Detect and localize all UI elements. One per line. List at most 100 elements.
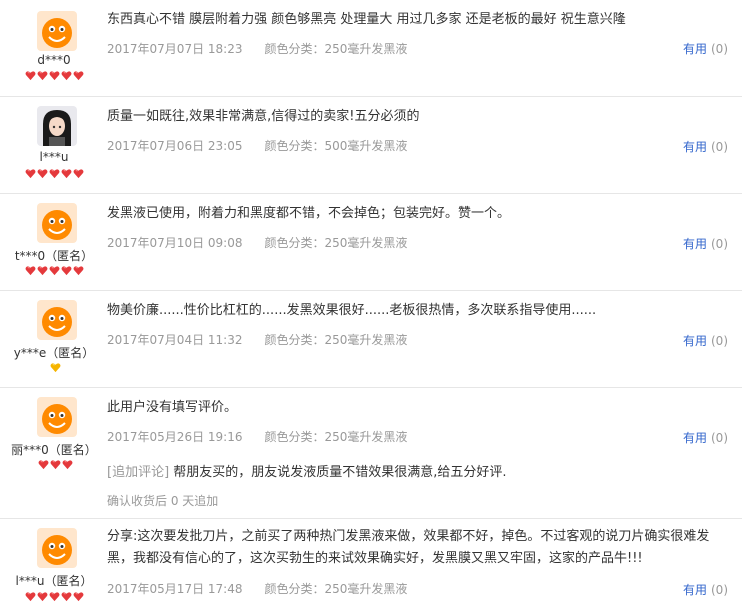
review-meta: 2017年07月06日 23:05 颜色分类：500毫升发黑液 xyxy=(107,137,407,154)
buyer-rank xyxy=(50,362,61,374)
review-item: l***u（匿名） 分享:这次要发批刀片，之前买了两种热门发黑液来做，效果都不好… xyxy=(0,519,742,614)
red-heart-icon xyxy=(25,70,36,81)
useful-button[interactable]: 有用 xyxy=(683,140,707,154)
review-meta: 2017年07月04日 11:32 颜色分类：250毫升发黑液 xyxy=(107,331,407,348)
buyer-rank xyxy=(38,459,73,471)
review-item: t***0（匿名） 发黑液已使用，附着力和黑度都不错，不会掉色；包装完好。赞一个… xyxy=(0,194,742,291)
red-heart-icon xyxy=(73,265,84,276)
useful-count: (0) xyxy=(711,583,728,597)
red-heart-icon xyxy=(73,591,84,602)
red-heart-icon xyxy=(38,459,49,470)
buyer-rank xyxy=(25,591,84,603)
red-heart-icon xyxy=(49,168,60,179)
review-text: 东西真心不错 膜层附着力强 颜色够黑亮 处理量大 用过几多家 还是老板的最好 祝… xyxy=(107,12,626,27)
review-meta: 2017年05月17日 17:48 颜色分类：250毫升发黑液 xyxy=(107,580,407,597)
red-heart-icon xyxy=(25,591,36,602)
useful-vote[interactable]: 有用 (0) xyxy=(683,40,728,57)
review-content: 发黑液已使用，附着力和黑度都不错，不会掉色；包装完好。赞一个。 2017年07月… xyxy=(107,194,742,250)
username: y***e（匿名） xyxy=(13,346,95,360)
username: 丽***0（匿名） xyxy=(11,443,97,457)
review-category: 颜色分类：250毫升发黑液 xyxy=(264,236,408,250)
username: t***0（匿名） xyxy=(14,249,94,263)
yellow-heart-icon xyxy=(50,362,61,373)
username: d***0 xyxy=(37,53,71,67)
review-content: 分享:这次要发批刀片，之前买了两种热门发黑液来做，效果都不好，掉色。不过客观的说… xyxy=(107,519,742,596)
review-date: 2017年07月06日 23:05 xyxy=(107,139,243,153)
user-avatar[interactable] xyxy=(37,11,77,51)
username: l***u xyxy=(39,150,69,164)
review-meta: 2017年07月10日 09:08 颜色分类：250毫升发黑液 xyxy=(107,234,407,251)
buyer-rank xyxy=(25,265,84,277)
review-date: 2017年05月26日 19:16 xyxy=(107,430,243,444)
useful-vote[interactable]: 有用 (0) xyxy=(683,235,728,252)
useful-button[interactable]: 有用 xyxy=(683,334,707,348)
review-content: 物美价廉......性价比杠杠的......发黑效果很好......老板很热情，… xyxy=(107,291,742,347)
red-heart-icon xyxy=(25,265,36,276)
red-heart-icon xyxy=(37,591,48,602)
append-review: [追加评论] 帮朋友买的，朋友说发液质量不错效果很满意,给五分好评. xyxy=(107,461,507,480)
red-heart-icon xyxy=(61,265,72,276)
review-date: 2017年07月07日 18:23 xyxy=(107,42,243,56)
review-category: 颜色分类：250毫升发黑液 xyxy=(264,333,408,347)
red-heart-icon xyxy=(62,459,73,470)
review-text: 发黑液已使用，附着力和黑度都不错，不会掉色；包装完好。赞一个。 xyxy=(107,206,511,221)
user-avatar[interactable] xyxy=(37,397,77,437)
review-item: 丽***0（匿名） 此用户没有填写评价。 2017年05月26日 19:16 颜色… xyxy=(0,388,742,519)
useful-button[interactable]: 有用 xyxy=(683,42,707,56)
review-item: y***e（匿名） 物美价廉......性价比杠杠的......发黑效果很好..… xyxy=(0,291,742,388)
red-heart-icon xyxy=(37,168,48,179)
review-text: 此用户没有填写评价。 xyxy=(107,400,238,415)
useful-count: (0) xyxy=(711,334,728,348)
red-heart-icon xyxy=(49,70,60,81)
useful-vote[interactable]: 有用 (0) xyxy=(683,429,728,446)
useful-count: (0) xyxy=(711,237,728,251)
red-heart-icon xyxy=(50,459,61,470)
review-category: 颜色分类：250毫升发黑液 xyxy=(264,582,408,596)
red-heart-icon xyxy=(49,265,60,276)
useful-count: (0) xyxy=(711,431,728,445)
review-category: 颜色分类：500毫升发黑液 xyxy=(264,139,408,153)
review-text: 质量一如既往,效果非常满意,信得过的卖家!五分必须的 xyxy=(107,109,420,124)
user-avatar[interactable] xyxy=(37,203,77,243)
review-meta: 2017年07月07日 18:23 颜色分类：250毫升发黑液 xyxy=(107,40,407,57)
red-heart-icon xyxy=(37,70,48,81)
review-category: 颜色分类：250毫升发黑液 xyxy=(264,430,408,444)
review-category: 颜色分类：250毫升发黑液 xyxy=(264,42,408,56)
review-date: 2017年07月10日 09:08 xyxy=(107,236,243,250)
red-heart-icon xyxy=(37,265,48,276)
review-date: 2017年07月04日 11:32 xyxy=(107,333,243,347)
useful-vote[interactable]: 有用 (0) xyxy=(683,581,728,598)
review-list: d***0 东西真心不错 膜层附着力强 颜色够黑亮 处理量大 用过几多家 还是老… xyxy=(0,0,742,614)
review-text: 物美价廉......性价比杠杠的......发黑效果很好......老板很热情，… xyxy=(107,303,597,318)
useful-count: (0) xyxy=(711,42,728,56)
red-heart-icon xyxy=(73,70,84,81)
user-avatar[interactable] xyxy=(37,106,77,146)
review-content: 质量一如既往,效果非常满意,信得过的卖家!五分必须的 2017年07月06日 2… xyxy=(107,97,742,153)
append-text: 帮朋友买的，朋友说发液质量不错效果很满意,给五分好评. xyxy=(169,465,507,480)
red-heart-icon xyxy=(61,70,72,81)
red-heart-icon xyxy=(61,168,72,179)
review-item: l***u 质量一如既往,效果非常满意,信得过的卖家!五分必须的 2017年07… xyxy=(0,97,742,194)
red-heart-icon xyxy=(25,168,36,179)
useful-vote[interactable]: 有用 (0) xyxy=(683,332,728,349)
useful-count: (0) xyxy=(711,140,728,154)
red-heart-icon xyxy=(73,168,84,179)
review-item: d***0 东西真心不错 膜层附着力强 颜色够黑亮 处理量大 用过几多家 还是老… xyxy=(0,0,742,97)
user-avatar[interactable] xyxy=(37,528,77,568)
user-avatar[interactable] xyxy=(37,300,77,340)
red-heart-icon xyxy=(49,591,60,602)
red-heart-icon xyxy=(61,591,72,602)
useful-button[interactable]: 有用 xyxy=(683,583,707,597)
buyer-rank xyxy=(25,168,84,180)
useful-button[interactable]: 有用 xyxy=(683,237,707,251)
username: l***u（匿名） xyxy=(15,574,93,588)
review-content: 此用户没有填写评价。 2017年05月26日 19:16 颜色分类：250毫升发黑… xyxy=(107,388,742,508)
useful-vote[interactable]: 有用 (0) xyxy=(683,138,728,155)
append-tag: [追加评论] xyxy=(107,465,170,480)
buyer-rank xyxy=(25,70,84,82)
review-date: 2017年05月17日 17:48 xyxy=(107,582,243,596)
review-text: 分享:这次要发批刀片，之前买了两种热门发黑液来做，效果都不好，掉色。不过客观的说… xyxy=(107,529,710,566)
append-meta: 确认收货后 0 天追加 xyxy=(107,494,219,508)
review-meta: 2017年05月26日 19:16 颜色分类：250毫升发黑液 xyxy=(107,428,407,445)
useful-button[interactable]: 有用 xyxy=(683,431,707,445)
